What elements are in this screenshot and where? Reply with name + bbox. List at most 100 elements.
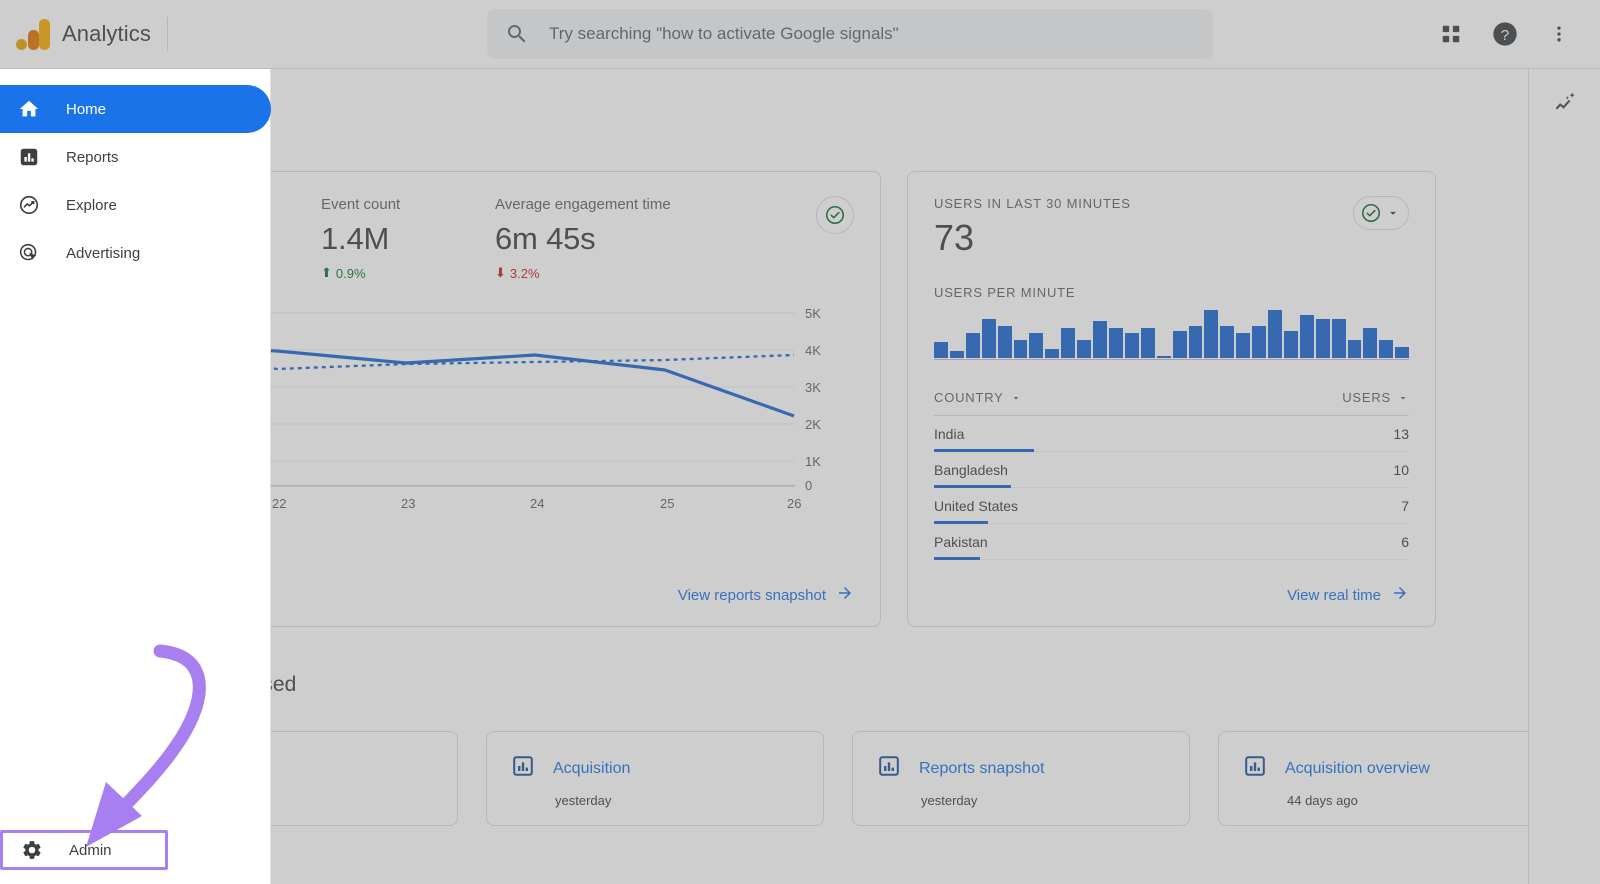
country-name: India — [934, 426, 964, 442]
sparkline-bars — [934, 310, 1409, 358]
realtime-country-table: India 13 Bangladesh 10 United States 7 Pakista… — [934, 416, 1409, 560]
column-header-users[interactable]: USERS — [1342, 390, 1409, 405]
column-label: COUNTRY — [934, 390, 1004, 405]
view-real-time-link[interactable]: View real time — [1287, 584, 1409, 606]
sparkline-bar — [1332, 319, 1346, 358]
sidebar-item-label: Explore — [66, 197, 117, 214]
metric-value: 6m 45s — [495, 221, 755, 257]
recently-accessed-tile[interactable]: Reports snapshot yesterday — [852, 731, 1190, 826]
country-name: Bangladesh — [934, 462, 1008, 478]
view-real-time-label: View real time — [1287, 587, 1381, 604]
more-vert-icon[interactable] — [1536, 11, 1582, 57]
chevron-down-icon — [1010, 392, 1022, 404]
bar-chart-icon — [877, 754, 901, 783]
arrow-right-icon — [1391, 584, 1409, 606]
sparkline-bar — [1029, 333, 1043, 358]
sparkline-bar — [1173, 331, 1187, 358]
sparkline-bar — [934, 342, 948, 358]
sparkline-bar — [1284, 331, 1298, 358]
svg-text:4K: 4K — [805, 343, 821, 358]
realtime-status-dropdown[interactable] — [1353, 196, 1409, 230]
realtime-card: USERS IN LAST 30 MINUTES 73 USERS PER MI… — [907, 171, 1436, 627]
user-count: 7 — [1401, 498, 1409, 514]
sparkline-bar — [1045, 349, 1059, 358]
sidebar-item-label: Advertising — [66, 245, 140, 262]
sparkline-bar — [1236, 333, 1250, 358]
svg-text:2K: 2K — [805, 417, 821, 432]
sidebar-nav: Home Reports Explore Advertising — [0, 69, 270, 277]
sparkline-bar — [1252, 326, 1266, 358]
sparkline-bar — [1220, 326, 1234, 358]
svg-text:5K: 5K — [805, 306, 821, 321]
tile-subtitle: yesterday — [555, 793, 799, 808]
sparkline-bar — [1348, 340, 1362, 358]
sparkline-bar — [1014, 340, 1028, 358]
sidebar-item-home[interactable]: Home — [0, 85, 271, 133]
realtime-users-label: USERS IN LAST 30 MINUTES — [934, 196, 1409, 211]
topbar-actions: ? — [1428, 11, 1600, 57]
table-row[interactable]: India 13 — [934, 416, 1409, 452]
sidebar-item-reports[interactable]: Reports — [0, 133, 270, 181]
row-progress-bar — [934, 557, 980, 560]
bar-chart-icon — [511, 754, 535, 783]
sidebar-item-label: Home — [66, 101, 106, 118]
realtime-users-value: 73 — [934, 217, 1409, 259]
sparkline-bar — [1204, 310, 1218, 358]
insights-sparkle-icon[interactable] — [1552, 89, 1578, 120]
sparkline-bar — [966, 333, 980, 358]
user-count: 13 — [1393, 426, 1409, 442]
bar-chart-icon — [1243, 754, 1267, 783]
table-row[interactable]: Pakistan6 — [934, 524, 1409, 560]
tile-subtitle: yesterday — [921, 793, 1165, 808]
users-per-minute-sparkline — [934, 310, 1409, 366]
sidebar-item-explore[interactable]: Explore — [0, 181, 270, 229]
arrow-down-icon: ⬇ — [495, 265, 506, 281]
brand[interactable]: Analytics — [0, 0, 272, 68]
sparkline-bar — [998, 326, 1012, 358]
sparkline-bar — [1109, 328, 1123, 358]
arrow-up-icon: ⬆ — [321, 265, 332, 281]
sidebar-item-advertising[interactable]: Advertising — [0, 229, 270, 277]
arrow-right-icon — [836, 584, 854, 606]
metric-avg-engagement-time: Average engagement time 6m 45s ⬇ 3.2% — [495, 196, 755, 281]
tile-title: Acquisition — [553, 760, 630, 778]
search-input[interactable] — [549, 24, 1195, 44]
chevron-down-icon — [1386, 206, 1400, 220]
column-label: USERS — [1342, 390, 1391, 405]
sparkline-bar — [1189, 326, 1203, 358]
brand-divider — [167, 17, 168, 51]
apps-grid-icon[interactable] — [1428, 11, 1474, 57]
user-count: 10 — [1393, 462, 1409, 478]
home-icon — [16, 96, 42, 122]
column-header-country[interactable]: COUNTRY — [934, 390, 1022, 405]
sparkline-bar — [1125, 333, 1139, 358]
cards-row: New users 8.2K ⬇ 1.1% Event count 1.4M — [120, 171, 1556, 627]
recently-accessed-title: Recently accessed — [120, 673, 1556, 697]
country-name: United States — [934, 498, 1018, 514]
table-row[interactable]: United States 7 — [934, 488, 1409, 524]
sparkline-bar — [1268, 310, 1282, 358]
search-icon — [505, 22, 529, 46]
recently-accessed-tile[interactable]: Acquisition overview44 days ago — [1218, 731, 1556, 826]
help-icon[interactable]: ? — [1482, 11, 1528, 57]
data-status-badge[interactable] — [816, 196, 854, 234]
search-box[interactable] — [487, 9, 1213, 59]
svg-text:23: 23 — [401, 496, 415, 511]
left-sidebar: Home Reports Explore Advertising Admin — [0, 69, 271, 884]
brand-name: Analytics — [62, 21, 151, 47]
svg-text:0: 0 — [805, 478, 812, 493]
svg-text:3K: 3K — [805, 380, 821, 395]
view-reports-snapshot-link[interactable]: View reports snapshot — [678, 584, 854, 606]
metric-event-count: Event count 1.4M ⬆ 0.9% — [321, 196, 495, 281]
check-circle-icon — [824, 204, 846, 226]
tile-title: Reports snapshot — [919, 760, 1044, 778]
sidebar-item-label: Admin — [69, 842, 112, 859]
advertising-target-icon — [16, 240, 42, 266]
metric-delta: ⬇ 3.2% — [495, 265, 755, 281]
sidebar-item-admin[interactable]: Admin — [0, 830, 168, 870]
table-row[interactable]: Bangladesh 10 — [934, 452, 1409, 488]
recently-accessed-tile[interactable]: Acquisition yesterday — [486, 731, 824, 826]
sparkline-bar — [982, 319, 996, 358]
explore-compass-icon — [16, 192, 42, 218]
realtime-table-header: COUNTRY USERS — [934, 390, 1409, 416]
